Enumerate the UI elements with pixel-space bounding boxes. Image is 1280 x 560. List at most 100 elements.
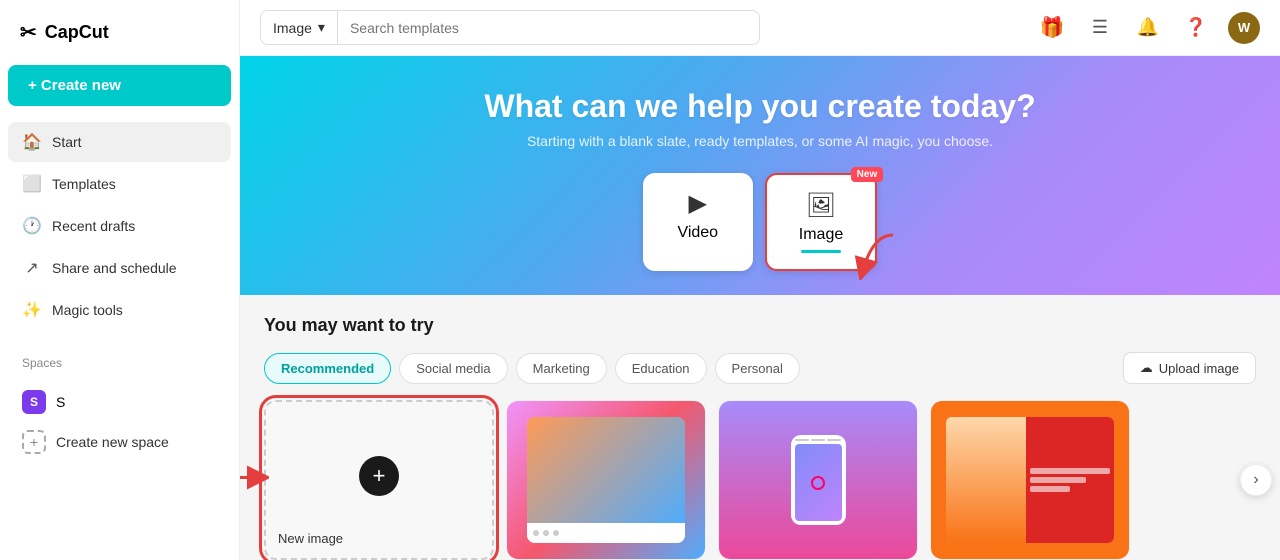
story-line-2	[811, 439, 825, 441]
search-type-dropdown[interactable]: Image ▾	[261, 11, 338, 44]
yt-person	[946, 417, 1026, 543]
sidebar-item-start[interactable]: 🏠 Start	[8, 122, 231, 162]
dot-2	[543, 530, 549, 536]
insta-post-inner	[527, 417, 685, 543]
search-input[interactable]	[338, 12, 759, 44]
insta-icon	[811, 476, 825, 490]
upload-image-button[interactable]: ☁ Upload image	[1123, 352, 1256, 384]
space-avatar: S	[22, 390, 46, 414]
hero-tab-video[interactable]: ▶ Video	[643, 173, 753, 271]
content-section: You may want to try Recommended Social m…	[240, 295, 1280, 560]
gift-icon[interactable]: 🎁	[1036, 12, 1068, 44]
nav-share-label: Share and schedule	[52, 260, 177, 276]
magic-icon: ✨	[22, 300, 42, 320]
nav-magic-label: Magic tools	[52, 302, 123, 318]
logo: ✂ CapCut	[8, 12, 231, 53]
insta-post-bar	[527, 523, 685, 543]
space-item[interactable]: S S	[8, 382, 231, 422]
filter-tab-recommended[interactable]: Recommended	[264, 353, 391, 384]
filter-tab-social-media[interactable]: Social media	[399, 353, 507, 384]
create-new-label: + Create new	[28, 77, 121, 94]
main-content: Image ▾ 🎁 ☰ 🔔 ❓ W What can we help you c…	[240, 0, 1280, 560]
hero-title: What can we help you create today?	[280, 88, 1240, 125]
logo-text: CapCut	[45, 22, 109, 43]
create-new-button[interactable]: + Create new	[8, 65, 231, 106]
chevron-down-icon: ▾	[318, 19, 325, 36]
filter-tab-personal[interactable]: Personal	[715, 353, 800, 384]
story-content	[795, 444, 842, 521]
hero-banner: What can we help you create today? Start…	[240, 56, 1280, 295]
new-image-card[interactable]: + New image	[264, 400, 494, 560]
sidebar-item-templates[interactable]: ⬜ Templates	[8, 164, 231, 204]
bell-icon[interactable]: 🔔	[1132, 12, 1164, 44]
search-container: Image ▾	[260, 10, 760, 45]
youtube-preview	[931, 401, 1129, 559]
new-badge: New	[851, 167, 884, 182]
image-icon: 🖼	[806, 191, 836, 220]
story-line-1	[795, 439, 809, 441]
story-line-3	[827, 439, 841, 441]
new-image-wrapper: + New image	[264, 400, 494, 560]
space-name: S	[56, 394, 65, 410]
create-space-icon: +	[22, 430, 46, 454]
new-image-label: New image	[278, 531, 343, 546]
spaces-section: Spaces S S + Create new space	[8, 352, 231, 462]
filter-tab-marketing[interactable]: Marketing	[516, 353, 607, 384]
hero-subtitle: Starting with a blank slate, ready templ…	[280, 133, 1240, 149]
upload-icon: ☁	[1140, 360, 1153, 376]
instagram-post-preview	[507, 401, 705, 559]
create-space-item[interactable]: + Create new space	[8, 422, 231, 462]
yt-line-3	[1030, 486, 1070, 492]
layers-icon[interactable]: ☰	[1084, 12, 1116, 44]
yt-inner	[946, 417, 1114, 543]
hero-tab-image[interactable]: New 🖼 Image	[765, 173, 877, 271]
help-icon[interactable]: ❓	[1180, 12, 1212, 44]
story-phone	[791, 435, 846, 525]
sidebar-item-magic-tools[interactable]: ✨ Magic tools	[8, 290, 231, 330]
sidebar-item-recent-drafts[interactable]: 🕐 Recent drafts	[8, 206, 231, 246]
nav-templates-label: Templates	[52, 176, 116, 192]
filter-personal-label: Personal	[732, 361, 783, 376]
dot-3	[553, 530, 559, 536]
filter-education-label: Education	[632, 361, 690, 376]
hero-tab-image-label: Image	[799, 226, 843, 244]
filter-tab-education[interactable]: Education	[615, 353, 707, 384]
video-play-icon: ▶	[689, 189, 707, 218]
spaces-label: Spaces	[8, 352, 231, 374]
sidebar-item-share-schedule[interactable]: ↗ Share and schedule	[8, 248, 231, 288]
section-title: You may want to try	[264, 315, 1256, 336]
filter-recommended-label: Recommended	[281, 361, 374, 376]
create-space-label: Create new space	[56, 434, 169, 450]
story-top-bar	[795, 439, 842, 441]
instagram-story-card[interactable]: Instagram story	[718, 400, 918, 560]
search-type-label: Image	[273, 20, 312, 36]
yt-line-1	[1030, 468, 1110, 474]
topbar-icons: 🎁 ☰ 🔔 ❓ W	[1036, 12, 1260, 44]
yt-line-2	[1030, 477, 1086, 483]
hero-tab-video-label: Video	[677, 224, 718, 242]
clock-icon: 🕐	[22, 216, 42, 236]
filter-tabs: Recommended Social media Marketing Educa…	[264, 352, 1256, 384]
insta-post-image	[527, 417, 685, 523]
plus-icon: +	[359, 456, 399, 496]
template-grid-container: + New image	[264, 400, 1256, 560]
user-avatar[interactable]: W	[1228, 12, 1260, 44]
upload-label: Upload image	[1159, 361, 1239, 376]
sidebar: ✂ CapCut + Create new 🏠 Start ⬜ Template…	[0, 0, 240, 560]
nav-start-label: Start	[52, 134, 82, 150]
yt-text-side	[1026, 417, 1114, 543]
dot-1	[533, 530, 539, 536]
filter-marketing-label: Marketing	[533, 361, 590, 376]
hero-tabs: ▶ Video New 🖼 Image	[280, 173, 1240, 271]
home-icon: 🏠	[22, 132, 42, 152]
instagram-post-card[interactable]: Instagram post	[506, 400, 706, 560]
template-grid: + New image	[264, 400, 1256, 560]
instagram-story-preview	[719, 401, 917, 559]
tab-underline	[801, 250, 841, 253]
youtube-thumbnail-card[interactable]: YouTube thumbnail	[930, 400, 1130, 560]
content-area: What can we help you create today? Start…	[240, 56, 1280, 560]
filter-social-label: Social media	[416, 361, 490, 376]
scroll-next-button[interactable]: ›	[1240, 464, 1272, 496]
share-icon: ↗	[22, 258, 42, 278]
topbar: Image ▾ 🎁 ☰ 🔔 ❓ W	[240, 0, 1280, 56]
